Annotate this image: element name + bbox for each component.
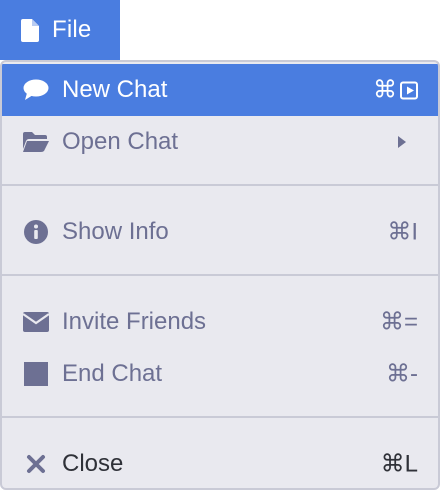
menu-item-label: Show Info <box>62 218 169 245</box>
menu-item-new-chat[interactable]: New Chat ⌘ <box>2 64 438 116</box>
menu-item-label: Open Chat <box>62 128 179 155</box>
menu-item-open-chat[interactable]: Open Chat <box>2 116 438 168</box>
menu-item-invite-friends[interactable]: Invite Friends ⌘= <box>2 296 438 348</box>
menu-item-close[interactable]: Close ⌘L <box>2 438 438 488</box>
shortcut-text: ⌘I <box>387 218 418 246</box>
menu-item-show-info[interactable]: Show Info ⌘I <box>2 206 438 258</box>
menu-item-end-chat[interactable]: End Chat ⌘- <box>2 348 438 400</box>
close-x-icon <box>22 450 50 478</box>
stop-square-icon <box>22 360 50 388</box>
file-icon <box>20 18 40 42</box>
shortcut-text: ⌘L <box>380 450 418 478</box>
shortcut-text: ⌘- <box>386 360 418 388</box>
shortcut-text: ⌘ <box>373 76 418 105</box>
file-dropdown-menu: New Chat ⌘ Open Chat Show Info ⌘I Invite… <box>0 60 440 490</box>
info-circle-icon <box>22 218 50 246</box>
shortcut-text: ⌘= <box>379 308 418 336</box>
menu-item-label: Invite Friends <box>62 308 207 335</box>
menu-item-label: End Chat <box>62 360 163 387</box>
chevron-right-icon <box>398 136 406 148</box>
play-box-icon <box>400 81 418 99</box>
menu-divider <box>2 416 438 418</box>
menu-divider <box>2 184 438 186</box>
file-menu-button[interactable]: File <box>0 0 120 60</box>
menu-item-label: New Chat <box>62 76 168 103</box>
chat-bubble-icon <box>22 76 50 104</box>
folder-open-icon <box>22 128 50 156</box>
menu-divider <box>2 274 438 276</box>
menu-item-label: Close <box>62 450 124 477</box>
envelope-icon <box>22 308 50 336</box>
file-menu-label: File <box>52 16 92 43</box>
